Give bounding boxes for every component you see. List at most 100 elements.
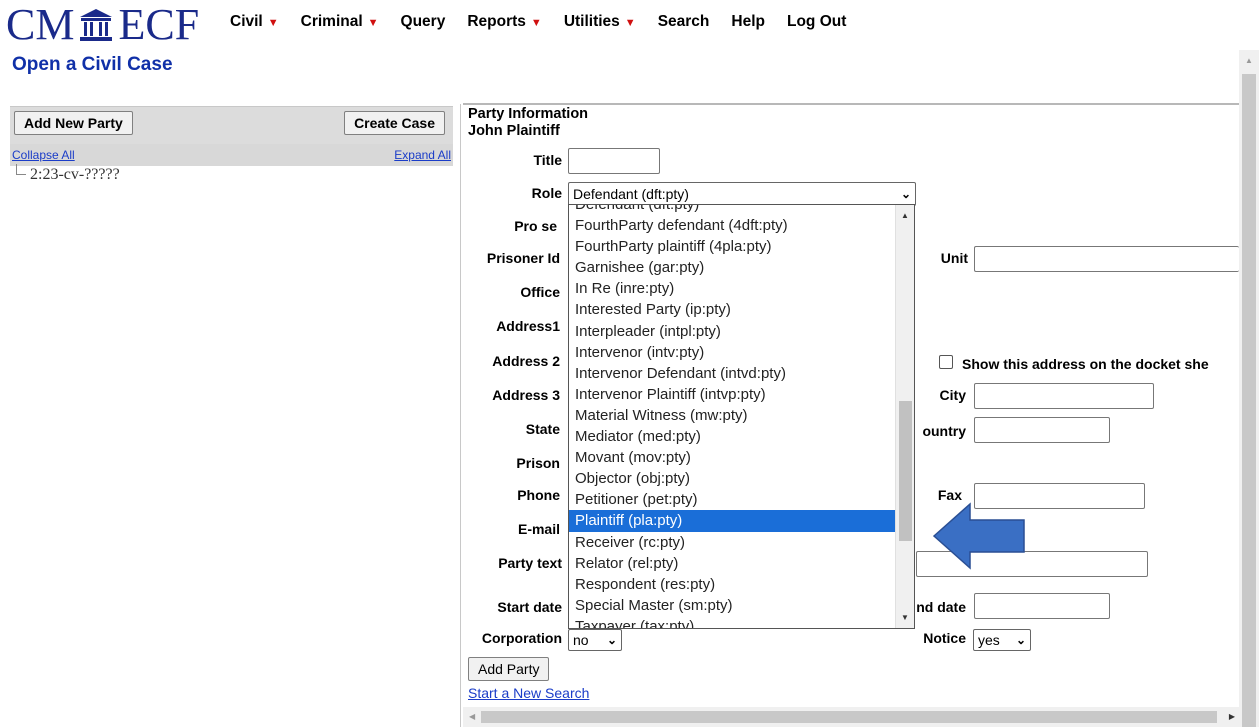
- role-option[interactable]: Movant (mov:pty): [569, 447, 895, 468]
- role-option[interactable]: FourthParty defendant (4dft:pty): [569, 215, 895, 236]
- prison-label: Prison: [516, 455, 560, 471]
- role-option[interactable]: Interested Party (ip:pty): [569, 299, 895, 320]
- role-option[interactable]: Intervenor (intv:pty): [569, 342, 895, 363]
- state-label: State: [525, 421, 560, 437]
- unit-input[interactable]: [974, 246, 1239, 272]
- scroll-right-icon[interactable]: ▶: [1229, 712, 1235, 721]
- page-vertical-scroll-thumb[interactable]: [1242, 74, 1256, 727]
- main-menu: Civil ▼ Criminal ▼ Query Reports ▼ Utilitie…: [230, 13, 846, 31]
- address3-label: Address 3: [492, 387, 560, 403]
- role-option[interactable]: Special Master (sm:pty): [569, 595, 895, 616]
- role-option[interactable]: Intervenor Defendant (intvd:pty): [569, 363, 895, 384]
- start-date-label: Start date: [497, 599, 562, 615]
- show-address-checkbox[interactable]: [939, 355, 953, 369]
- role-option[interactable]: FourthParty plaintiff (4pla:pty): [569, 236, 895, 257]
- chevron-down-icon: ⌄: [606, 633, 617, 647]
- tree-connector: [16, 164, 26, 175]
- role-select[interactable]: Defendant (dft:pty) ⌄: [568, 182, 916, 206]
- role-options: Defendant (dft:pty) FourthParty defendan…: [569, 205, 895, 628]
- menu-reports[interactable]: Reports ▼: [467, 13, 541, 31]
- scroll-up-icon[interactable]: ▲: [1245, 56, 1253, 65]
- phone-label: Phone: [517, 487, 560, 503]
- role-option[interactable]: In Re (inre:pty): [569, 278, 895, 299]
- menu-query[interactable]: Query: [401, 13, 446, 31]
- role-select-value: Defendant (dft:pty): [573, 186, 689, 202]
- menu-reports-label: Reports: [467, 13, 526, 30]
- menu-utilities-label: Utilities: [563, 13, 620, 30]
- notice-label: Notice: [923, 630, 966, 646]
- corporation-select-value: no: [573, 632, 589, 648]
- role-option[interactable]: Interpleader (intpl:pty): [569, 321, 895, 342]
- page-title: Open a Civil Case: [12, 54, 173, 75]
- caret-down-icon: ▼: [624, 17, 636, 29]
- tree-toolbar: Add New Party Create Case: [10, 106, 453, 144]
- party-info-header: Party Information John Plaintiff: [468, 106, 588, 140]
- menu-help-label: Help: [731, 13, 765, 30]
- role-option[interactable]: Taxpayer (tax:pty): [569, 616, 895, 628]
- collapse-all-link[interactable]: Collapse All: [12, 148, 75, 162]
- email-label: E-mail: [517, 521, 560, 537]
- role-option[interactable]: Mediator (med:pty): [569, 426, 895, 447]
- address1-label: Address1: [496, 318, 560, 334]
- scroll-down-icon[interactable]: ▼: [901, 613, 909, 622]
- menu-utilities[interactable]: Utilities ▼: [564, 13, 636, 31]
- role-option[interactable]: Respondent (res:pty): [569, 574, 895, 595]
- caret-down-icon: ▼: [267, 17, 279, 29]
- add-new-party-button[interactable]: Add New Party: [14, 111, 133, 135]
- menu-search-label: Search: [657, 13, 710, 30]
- section-divider: [463, 103, 1239, 105]
- role-option[interactable]: Intervenor Plaintiff (intvp:pty): [569, 384, 895, 405]
- office-label: Office: [520, 284, 560, 300]
- title-label: Title: [533, 152, 562, 168]
- title-input[interactable]: [568, 148, 660, 174]
- menu-logout-label: Log Out: [786, 13, 847, 30]
- page-vertical-scrollbar[interactable]: ▲: [1239, 50, 1259, 727]
- cmecf-logo: CM ECF: [6, 0, 199, 50]
- page-horizontal-scrollbar[interactable]: ◀ ▶: [463, 707, 1239, 727]
- role-option-selected[interactable]: Plaintiff (pla:pty): [569, 510, 895, 532]
- notice-select[interactable]: yes ⌄: [973, 629, 1031, 651]
- role-option[interactable]: Material Witness (mw:pty): [569, 405, 895, 426]
- logo-text-right: ECF: [118, 0, 200, 49]
- section-title: Party Information: [468, 106, 589, 122]
- caret-down-icon: ▼: [530, 17, 542, 29]
- role-option[interactable]: Garnishee (gar:pty): [569, 257, 895, 278]
- menu-criminal-label: Criminal: [300, 13, 363, 30]
- country-input[interactable]: [974, 417, 1110, 443]
- menu-help[interactable]: Help: [731, 13, 765, 31]
- menu-civil[interactable]: Civil ▼: [230, 13, 279, 31]
- show-address-label: Show this address on the docket she: [962, 356, 1209, 372]
- role-option[interactable]: Receiver (rc:pty): [569, 532, 895, 553]
- add-party-button[interactable]: Add Party: [468, 657, 550, 681]
- role-option[interactable]: Relator (rel:pty): [569, 553, 895, 574]
- menu-civil-label: Civil: [230, 13, 263, 30]
- create-case-button[interactable]: Create Case: [344, 111, 445, 135]
- role-option[interactable]: Defendant (dft:pty): [569, 205, 895, 215]
- case-number: 2:23-cv-?????: [30, 166, 120, 183]
- scroll-up-icon[interactable]: ▲: [901, 211, 909, 220]
- notice-select-value: yes: [978, 632, 1000, 648]
- scroll-left-icon[interactable]: ◀: [469, 712, 475, 721]
- end-date-input[interactable]: [974, 593, 1110, 619]
- case-tree-node[interactable]: 2:23-cv-?????: [16, 164, 120, 184]
- menu-criminal[interactable]: Criminal ▼: [301, 13, 379, 31]
- menu-search[interactable]: Search: [658, 13, 710, 31]
- role-option[interactable]: Objector (obj:pty): [569, 468, 895, 489]
- role-label: Role: [531, 185, 562, 201]
- role-dropdown-list[interactable]: Defendant (dft:pty) FourthParty defendan…: [568, 204, 915, 629]
- pro-se-label: Pro se: [514, 218, 557, 234]
- page-horizontal-scroll-thumb[interactable]: [481, 711, 1217, 723]
- tree-links-bar: Collapse All Expand All: [10, 144, 453, 166]
- role-option[interactable]: Petitioner (pet:pty): [569, 489, 895, 510]
- party-text-label: Party text: [498, 555, 562, 571]
- corporation-select[interactable]: no ⌄: [568, 629, 622, 651]
- dropdown-scroll-thumb[interactable]: [899, 401, 912, 541]
- prisoner-id-label: Prisoner Id: [486, 250, 560, 266]
- city-input[interactable]: [974, 383, 1154, 409]
- start-new-search-link[interactable]: Start a New Search: [468, 685, 589, 701]
- pointer-arrow-icon: [932, 502, 1025, 570]
- address2-label: Address 2: [492, 353, 560, 369]
- case-tree-panel: Add New Party Create Case Collapse All E…: [10, 106, 453, 183]
- dropdown-scrollbar[interactable]: ▲ ▼: [895, 205, 914, 628]
- menu-logout[interactable]: Log Out: [787, 13, 846, 31]
